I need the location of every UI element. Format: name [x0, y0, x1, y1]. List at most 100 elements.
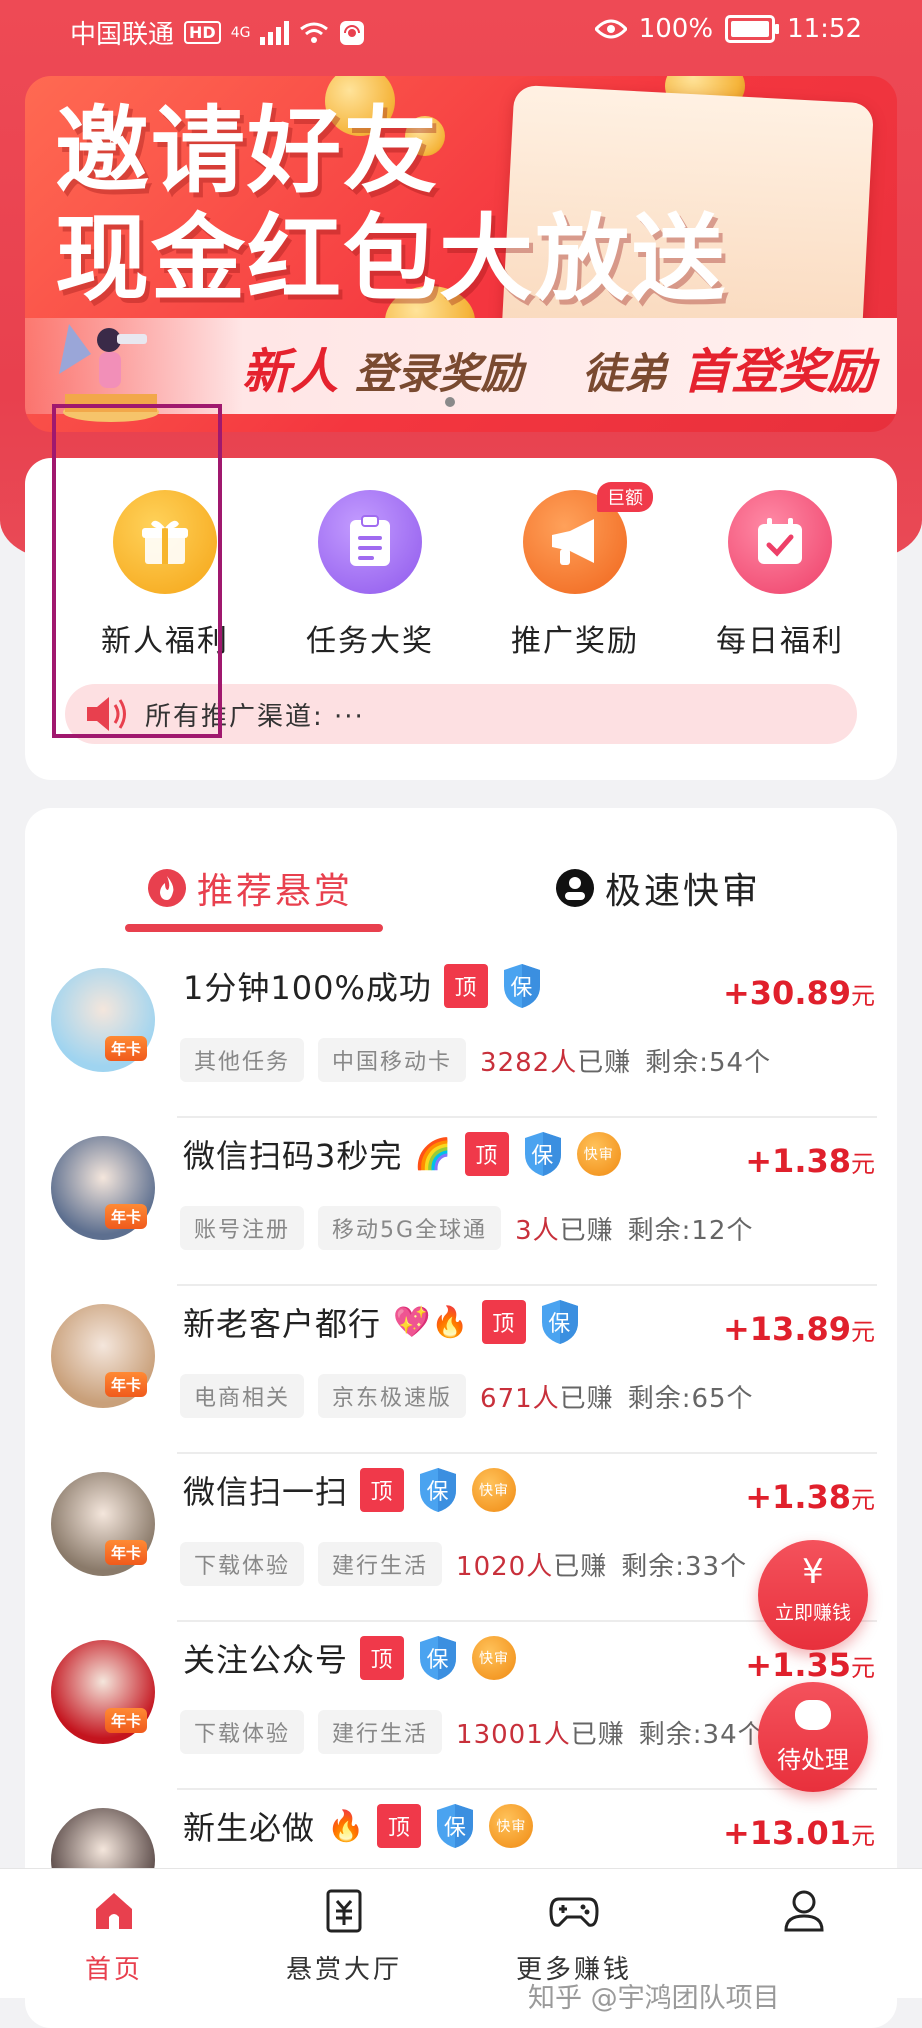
banner-sub-newbie: 新人	[242, 344, 339, 400]
task-row[interactable]: 年卡 新老客户都行 💖🔥 顶保 +13.89元 电商相关 京东极速版 671人已…	[25, 1286, 897, 1454]
status-bar: 中国联通 HD 4G 100% 11:52	[0, 0, 922, 62]
task-category: 账号注册	[180, 1206, 305, 1250]
vip-badge: 年卡	[105, 1372, 148, 1397]
guarantee-tag-text: 保	[531, 1144, 555, 1169]
guarantee-shield-icon: 保	[416, 1634, 460, 1682]
task-title-line: 微信扫一扫 顶保快审	[183, 1466, 517, 1514]
fast-review-tag: 快审	[576, 1132, 621, 1176]
earned-number: 3人	[515, 1215, 560, 1246]
banner-title-line2: 现金红包大放送	[55, 205, 728, 314]
task-title-line: 微信扫码3秒完 🌈 顶保快审	[183, 1130, 621, 1178]
tab-recommended[interactable]: 推荐悬赏	[147, 862, 353, 914]
task-meta: 下载体验 建行生活 1020人已赚 剩余:33个	[180, 1542, 747, 1586]
task-emoji: 🌈	[414, 1136, 453, 1172]
tab-label: 极速快审	[605, 871, 762, 912]
task-reward: +1.38元	[745, 1142, 875, 1180]
guarantee-shield-icon: 保	[500, 962, 544, 1010]
nav-label: 首页	[84, 1955, 143, 1985]
earned-count: 3人已赚	[515, 1210, 614, 1247]
network-label: 4G	[230, 24, 251, 41]
user-icon	[704, 1883, 904, 1939]
banner-sub-login: 登录奖励	[354, 349, 523, 398]
quick-action-promotion-reward[interactable]: 巨额 推广奖励	[480, 482, 670, 660]
earned-count: 13001人已赚	[456, 1714, 625, 1751]
task-meta: 其他任务 中国移动卡 3282人已赚 剩余:54个	[180, 1038, 771, 1082]
banner-sub-apprentice: 徒弟	[582, 349, 667, 398]
clock: 11:52	[787, 14, 862, 44]
yuan-list-icon	[244, 1883, 444, 1939]
remaining-count: 剩余:54个	[645, 1047, 772, 1078]
remaining-count: 剩余:12个	[627, 1215, 754, 1246]
watermark: 知乎 @宇鸿团队项目	[528, 1983, 780, 2014]
home-icon	[14, 1883, 214, 1939]
task-reward: +30.89元	[723, 974, 875, 1012]
tab-label: 推荐悬赏	[197, 871, 354, 912]
task-meta: 账号注册 移动5G全球通 3人已赚 剩余:12个	[180, 1206, 753, 1250]
hotspot-icon	[340, 20, 365, 45]
task-row[interactable]: 年卡 1分钟100%成功 顶保 +30.89元 其他任务 中国移动卡 3282人…	[25, 950, 897, 1118]
guarantee-shield-icon: 保	[521, 1130, 565, 1178]
task-emoji: 💖🔥	[393, 1304, 470, 1340]
nav-home[interactable]: 首页	[14, 1883, 214, 1986]
person-badge-icon	[556, 869, 594, 907]
guarantee-tag-text: 保	[510, 976, 534, 1001]
reward-unit: 元	[851, 1150, 875, 1178]
task-subcategory: 移动5G全球通	[318, 1206, 502, 1250]
banner-page-indicator[interactable]	[445, 397, 455, 407]
guarantee-tag-text: 保	[426, 1648, 450, 1673]
quick-action-daily-welfare[interactable]: 每日福利	[685, 490, 875, 660]
pending-label: 待处理	[777, 1746, 849, 1774]
task-category: 电商相关	[180, 1374, 305, 1418]
bottom-navigation: 首页 悬赏大厅 更多赚钱 我的	[0, 1868, 922, 1998]
task-row[interactable]: 年卡 微信扫码3秒完 🌈 顶保快审 +1.38元 账号注册 移动5G全球通 3人…	[25, 1118, 897, 1286]
hd-icon: HD	[184, 21, 221, 44]
guarantee-tag-text: 保	[548, 1312, 572, 1337]
banner-subtitle: 新人 登录奖励 徒弟 首登奖励	[242, 332, 875, 402]
nav-reward-hall[interactable]: 悬赏大厅	[244, 1883, 444, 1986]
task-title: 新生必做	[183, 1809, 316, 1847]
promo-banner[interactable]: 邀请好友 现金红包大放送 新人 登录奖励 徒弟 首登奖励	[25, 76, 897, 432]
task-meta: 电商相关 京东极速版 671人已赚 剩余:65个	[180, 1374, 754, 1418]
task-category: 下载体验	[180, 1710, 305, 1754]
top-tag: 顶	[360, 1636, 405, 1680]
fast-review-tag: 快审	[472, 1468, 517, 1512]
nav-profile[interactable]: 我的	[704, 1883, 904, 1986]
nav-label: 悬赏大厅	[285, 1955, 402, 1985]
earned-suffix: 已赚	[570, 1719, 625, 1750]
earned-suffix: 已赚	[577, 1047, 632, 1078]
tab-fast-review[interactable]: 极速快审	[555, 862, 761, 914]
earn-now-label: 立即赚钱	[774, 1602, 851, 1624]
annotation-highlight-box	[52, 404, 222, 738]
top-tag: 顶	[464, 1132, 509, 1176]
reward-unit: 元	[851, 1822, 875, 1850]
quick-action-label: 任务大奖	[306, 624, 434, 659]
task-reward: +1.35元	[745, 1646, 875, 1684]
reward-amount: +1.38	[745, 1478, 851, 1516]
reward-amount: +13.01	[722, 1814, 851, 1852]
chat-bubble-icon	[795, 1700, 831, 1730]
top-tag: 顶	[377, 1804, 422, 1848]
vip-badge: 年卡	[105, 1036, 148, 1061]
task-title-line: 新生必做 🔥 顶保快审	[183, 1802, 534, 1850]
top-tag: 顶	[443, 964, 488, 1008]
quick-action-label: 每日福利	[716, 624, 844, 659]
fast-review-tag: 快审	[472, 1636, 517, 1680]
earned-number: 3282人	[480, 1047, 578, 1078]
tab-active-indicator	[125, 924, 383, 932]
quick-action-task-prize[interactable]: 任务大奖	[275, 490, 465, 660]
promo-badge: 巨额	[597, 482, 653, 512]
carrier-label: 中国联通	[70, 20, 175, 50]
nav-more-earning[interactable]: 更多赚钱	[474, 1883, 674, 1986]
earn-now-button[interactable]: ¥ 立即赚钱	[758, 1540, 868, 1650]
reward-unit: 元	[851, 1654, 875, 1682]
earned-suffix: 已赚	[553, 1551, 608, 1582]
megaphone-icon: 巨额	[523, 482, 653, 594]
guarantee-tag-text: 保	[443, 1816, 467, 1841]
task-title: 微信扫一扫	[183, 1473, 349, 1511]
vip-badge: 年卡	[105, 1708, 148, 1733]
task-title: 1分钟100%成功	[183, 969, 432, 1007]
earned-count: 3282人已赚	[480, 1042, 631, 1079]
pending-button[interactable]: 待处理	[758, 1682, 868, 1792]
banner-title-line1: 邀请好友	[55, 97, 440, 206]
earned-number: 13001人	[456, 1719, 571, 1750]
